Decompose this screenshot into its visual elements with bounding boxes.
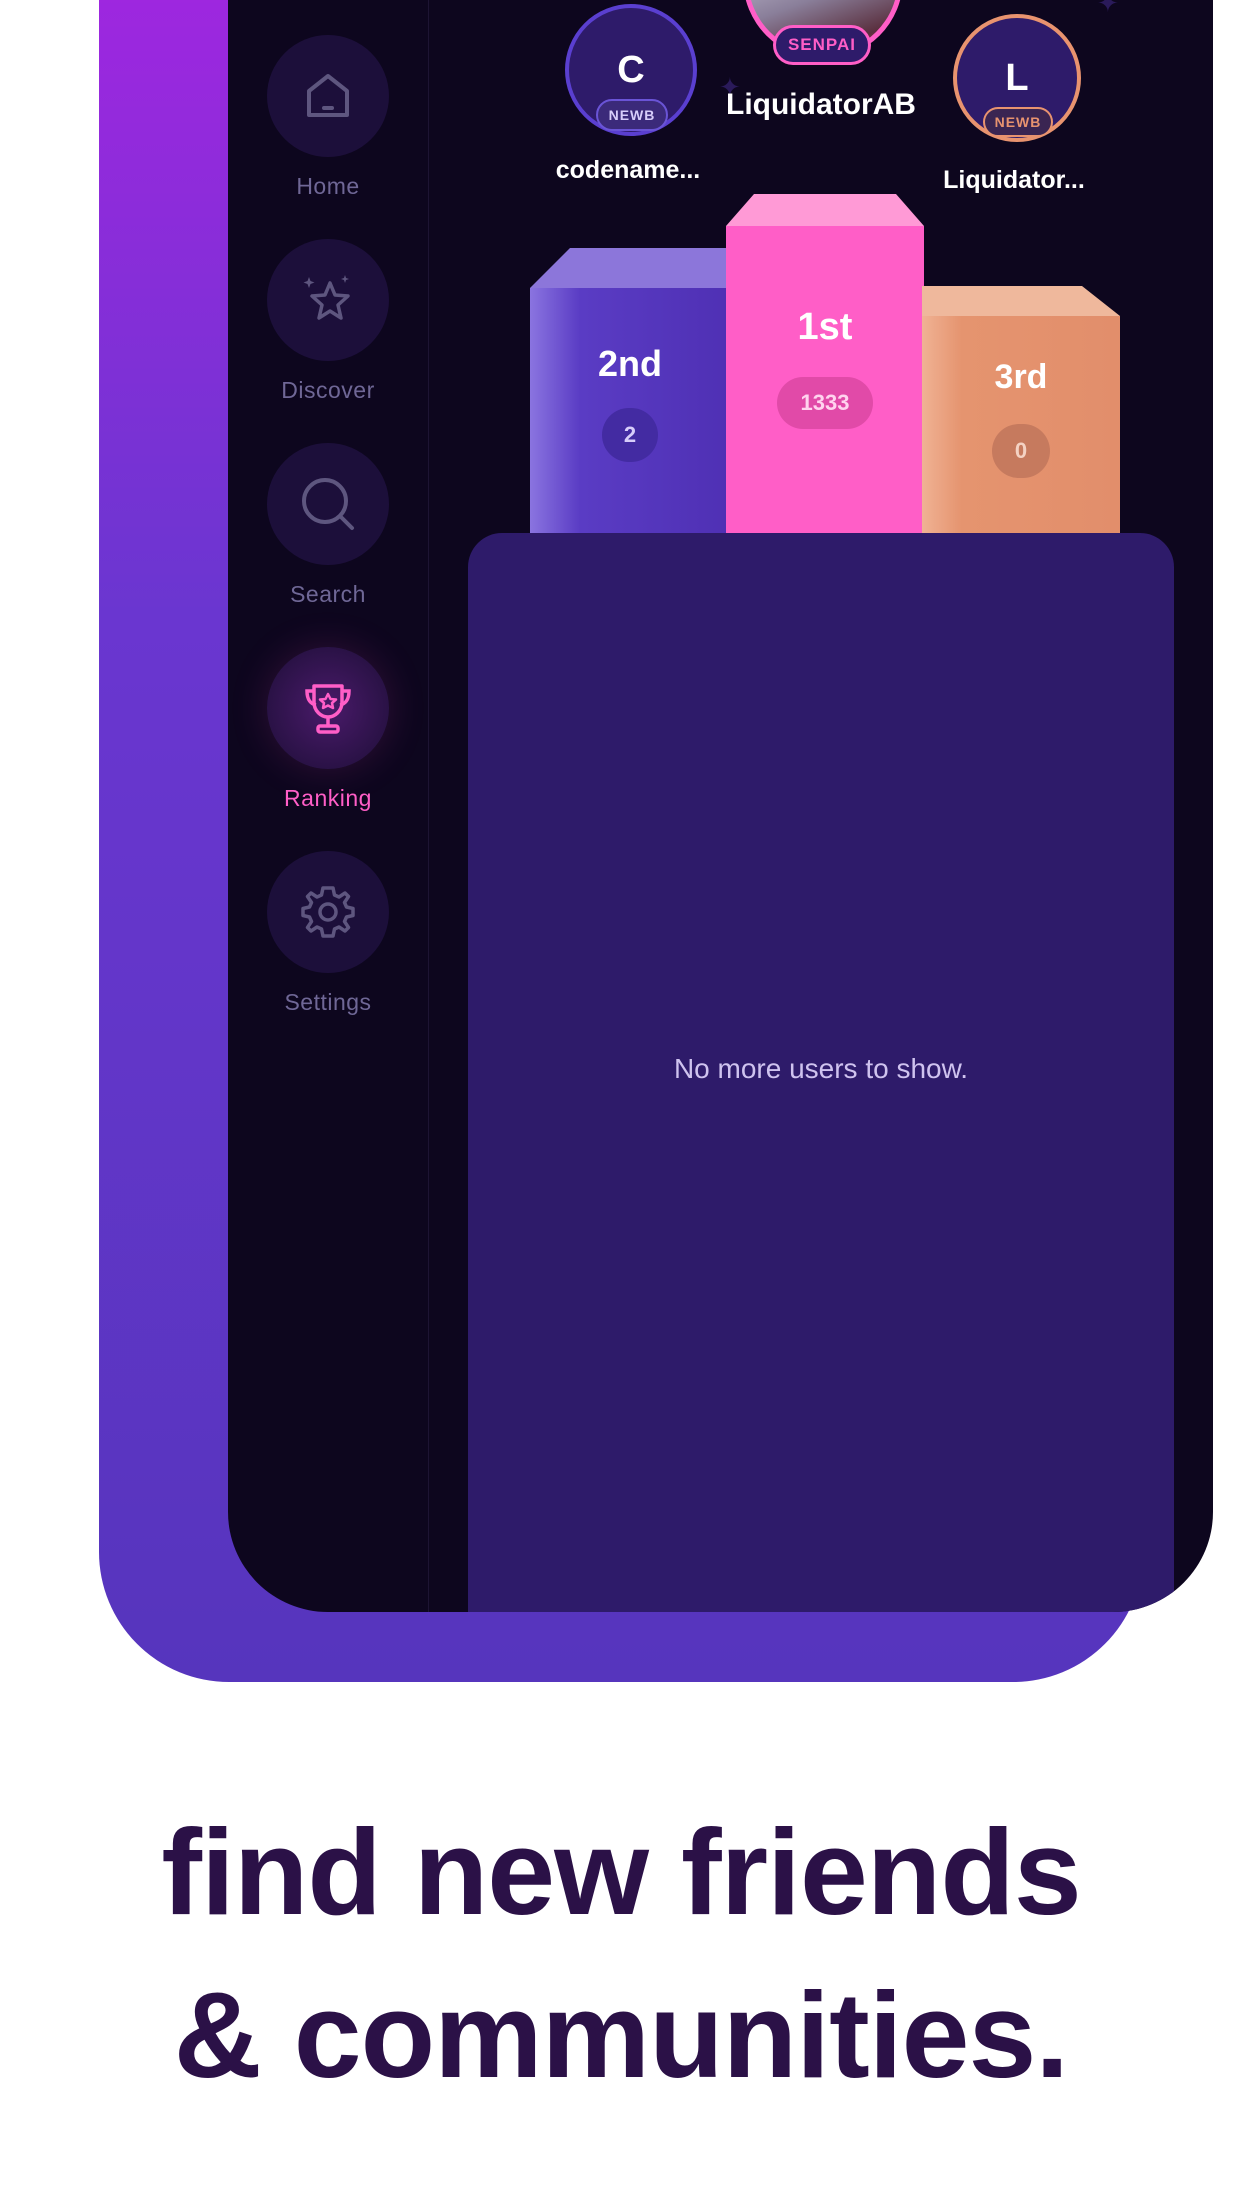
gear-icon xyxy=(301,886,355,938)
settings-label: Settings xyxy=(284,989,372,1015)
phone-frame: Home Discover Search Ranking Settings ✦ … xyxy=(99,0,1213,1682)
second-place-name[interactable]: codename... xyxy=(528,156,728,185)
discover-label: Discover xyxy=(281,377,375,403)
sidebar-nav: Home Discover Search Ranking Settings xyxy=(228,0,429,1612)
search-icon-wrap xyxy=(267,443,389,565)
third-place-label: 3rd xyxy=(994,358,1048,396)
second-place-podium: 2nd 2 xyxy=(530,248,730,568)
sidebar-item-search[interactable]: Search xyxy=(228,443,428,643)
first-place-badge: SENPAI xyxy=(773,25,871,65)
leaderboard-list[interactable]: No more users to show. xyxy=(468,533,1174,1612)
empty-list-message: No more users to show. xyxy=(673,1053,969,1084)
search-icon xyxy=(302,478,354,530)
third-place-badge: NEWB xyxy=(983,107,1053,137)
tagline-line-1: find new friends xyxy=(161,1804,1081,1940)
first-place-label: 1st xyxy=(797,306,853,348)
third-place-podium: 3rd 0 xyxy=(922,286,1120,568)
first-place-name[interactable]: LiquidatorAB xyxy=(708,88,934,122)
home-label: Home xyxy=(296,173,360,199)
third-place-score: 0 xyxy=(992,424,1050,478)
app-screen: Home Discover Search Ranking Settings ✦ … xyxy=(228,0,1213,1612)
third-place-name[interactable]: Liquidator... xyxy=(914,166,1114,195)
third-place-initial: L xyxy=(1005,56,1029,99)
second-place-initial: C xyxy=(617,48,645,91)
sidebar-item-ranking[interactable]: Ranking xyxy=(228,647,428,847)
settings-icon-wrap xyxy=(267,851,389,973)
ranking-label: Ranking xyxy=(284,785,372,811)
home-icon xyxy=(307,74,349,117)
second-place-badge: NEWB xyxy=(596,99,668,131)
search-label: Search xyxy=(290,581,366,607)
home-icon-wrap xyxy=(267,35,389,157)
tagline-line-2: & communities. xyxy=(173,1967,1069,2103)
trophy-icon xyxy=(305,684,351,734)
sparkle-icon: ✦ xyxy=(1097,0,1119,18)
sidebar-item-discover[interactable]: Discover xyxy=(228,239,428,439)
second-place-label: 2nd xyxy=(597,343,662,384)
ranking-icon-wrap xyxy=(267,647,389,769)
second-place-score: 2 xyxy=(602,408,658,462)
star-icon xyxy=(303,275,350,320)
first-place-podium: 1st 1333 xyxy=(726,194,924,568)
sidebar-item-settings[interactable]: Settings xyxy=(228,851,428,1051)
first-place-score: 1333 xyxy=(777,377,873,429)
discover-icon-wrap xyxy=(267,239,389,361)
sidebar-item-home[interactable]: Home xyxy=(228,35,428,235)
